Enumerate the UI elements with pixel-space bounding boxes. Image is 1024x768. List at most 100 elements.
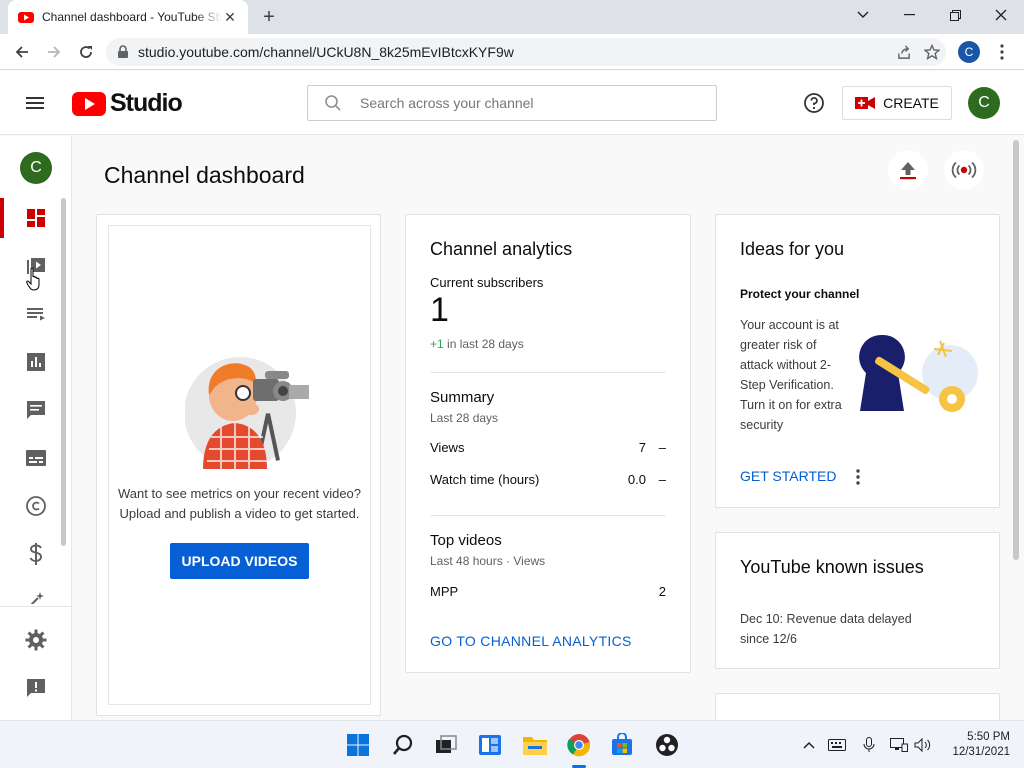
vertical-dots-icon[interactable]: [850, 467, 866, 487]
issues-body: Dec 10: Revenue data delayed since 12/6: [740, 612, 912, 646]
reload-button[interactable]: [74, 40, 98, 64]
store-button[interactable]: [608, 731, 636, 759]
microphone-button[interactable]: [860, 737, 878, 753]
show-hidden-icons-button[interactable]: [800, 737, 818, 753]
studio-sidebar: C: [0, 136, 72, 720]
go-to-analytics-link[interactable]: GO TO CHANNEL ANALYTICS: [430, 633, 632, 649]
youtube-favicon-icon: [18, 12, 34, 23]
upload-button[interactable]: [888, 150, 928, 190]
microphone-icon: [863, 737, 875, 752]
feedback-icon: [27, 679, 45, 697]
start-button[interactable]: [344, 731, 372, 759]
account-avatar[interactable]: C: [968, 87, 1000, 119]
row-label: Watch time (hours): [430, 472, 540, 487]
divider: [430, 515, 666, 516]
new-tab-button[interactable]: +: [258, 7, 280, 29]
issues-title: YouTube known issues: [740, 557, 924, 577]
top-videos-period: Last 48 hours · Views: [430, 554, 546, 568]
sidebar-scrollbar[interactable]: [61, 198, 66, 546]
vertical-dots-icon: [1000, 44, 1004, 60]
subscribers-delta: +1 in last 28 days: [430, 337, 524, 351]
hamburger-menu-icon[interactable]: [22, 91, 48, 115]
close-icon: [995, 9, 1007, 21]
page-title: Channel dashboard: [104, 162, 305, 188]
analytics-title: Channel analytics: [430, 239, 573, 259]
studio-logo[interactable]: Studio: [72, 89, 183, 118]
chevron-up-icon: [803, 741, 815, 749]
widgets-button[interactable]: [476, 731, 504, 759]
row-value: 7: [638, 440, 646, 455]
search-icon: [393, 734, 413, 755]
forward-button[interactable]: [42, 40, 66, 64]
close-window-button[interactable]: [978, 0, 1024, 30]
share-button[interactable]: [890, 38, 918, 66]
chrome-taskbar-button[interactable]: [565, 731, 593, 759]
lock-icon: [118, 45, 128, 58]
search-icon: [325, 95, 341, 111]
main-scrollbar[interactable]: [1013, 140, 1019, 560]
help-icon[interactable]: [802, 91, 826, 115]
file-explorer-button[interactable]: [521, 731, 549, 759]
delta-value: +1: [430, 337, 444, 351]
summary-title: Summary: [430, 389, 495, 406]
taskbar-search-button[interactable]: [389, 731, 417, 759]
volume-button[interactable]: [914, 737, 932, 753]
task-view-icon: [436, 735, 457, 753]
minimize-icon: [903, 14, 915, 16]
ideas-title: Ideas for you: [740, 239, 845, 259]
sidebar-divider: [0, 606, 72, 607]
browser-tab[interactable]: Channel dashboard - YouTube Studio ✕: [8, 0, 248, 34]
chrome-icon: [567, 734, 591, 757]
subscribers-label: Current subscribers: [430, 275, 544, 290]
upload-prompt-text: Want to see metrics on your recent video…: [109, 484, 370, 524]
network-button[interactable]: [890, 737, 908, 753]
task-view-button[interactable]: [432, 731, 460, 759]
network-monitor-icon: [890, 738, 908, 752]
create-video-icon: [855, 97, 876, 109]
copyright-icon: [26, 496, 46, 516]
key-lock-illustration-icon: [859, 334, 978, 412]
taskbar-clock[interactable]: 5:50 PM 12/31/2021: [944, 730, 1010, 760]
keyboard-button[interactable]: [828, 737, 846, 753]
search-input[interactable]: Search across your channel: [307, 85, 717, 121]
delta-period: in last 28 days: [443, 337, 524, 351]
studio-header: Studio Search across your channel CREATE…: [0, 71, 1024, 135]
chevron-down-icon: [857, 11, 869, 18]
row-value: 0.0: [627, 472, 646, 487]
sidebar-item-customization[interactable]: [0, 576, 72, 604]
bookmark-star-button[interactable]: [918, 38, 946, 66]
next-card: [715, 693, 1000, 720]
channel-avatar[interactable]: C: [20, 152, 52, 184]
browser-menu-button[interactable]: [994, 42, 1010, 62]
obs-icon: [656, 734, 678, 756]
minimize-button[interactable]: [886, 0, 932, 30]
restore-button[interactable]: [932, 0, 978, 30]
star-icon: [924, 44, 940, 60]
row-trend: –: [658, 440, 666, 455]
sidebar-item-settings[interactable]: [0, 616, 72, 664]
top-video-row[interactable]: MPP 2: [430, 584, 666, 599]
logo-text: Studio: [110, 89, 183, 117]
clock-date: 12/31/2021: [952, 746, 1010, 758]
obs-button[interactable]: [653, 731, 681, 759]
summary-row-views: Views 7 –: [430, 440, 666, 455]
camera-operator-illustration-icon: [185, 357, 309, 469]
get-started-link[interactable]: GET STARTED: [740, 468, 836, 484]
upload-videos-button[interactable]: UPLOAD VIDEOS: [170, 543, 309, 579]
browser-profile-avatar[interactable]: C: [958, 41, 980, 63]
tab-close-icon[interactable]: ✕: [222, 9, 238, 25]
upload-prompt-line2: Upload and publish a video to get starte…: [119, 506, 360, 521]
create-button[interactable]: CREATE: [842, 86, 952, 120]
tab-search-button[interactable]: [840, 0, 886, 30]
reload-icon: [80, 46, 92, 58]
row-label: Views: [430, 440, 465, 455]
go-live-button[interactable]: [944, 150, 984, 190]
gear-icon: [25, 629, 47, 651]
sidebar-item-feedback[interactable]: [0, 664, 72, 712]
comments-icon: [27, 401, 45, 419]
folder-icon: [523, 737, 547, 755]
summary-row-watch-time: Watch time (hours) 0.0 –: [430, 472, 666, 487]
address-bar-row: studio.youtube.com/channel/UCkU8N_8k25mE…: [0, 34, 1024, 70]
url-field[interactable]: studio.youtube.com/channel/UCkU8N_8k25mE…: [106, 38, 946, 66]
back-button[interactable]: [10, 40, 34, 64]
